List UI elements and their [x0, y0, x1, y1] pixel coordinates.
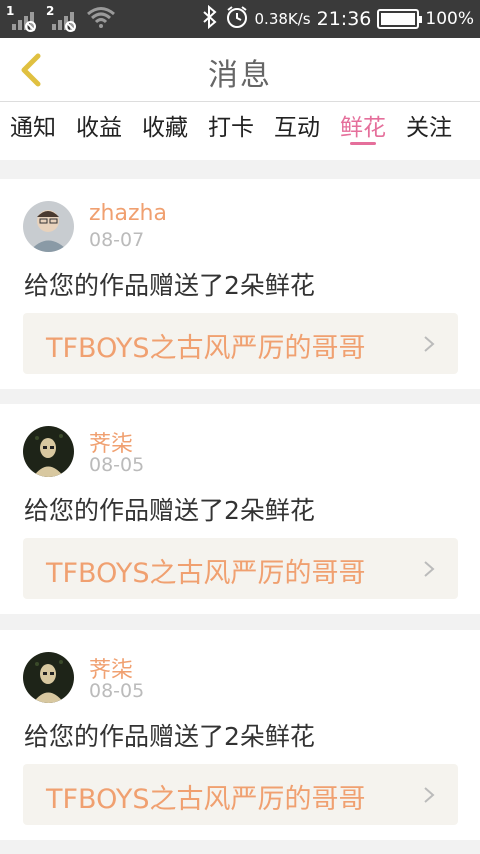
- message-text: 给您的作品赠送了2朵鲜花: [24, 496, 315, 525]
- status-right: 0.38K/s 21:36 100%: [201, 4, 474, 34]
- message-date: 08-07: [89, 229, 145, 251]
- work-link[interactable]: TFBOYS之古风严厉的哥哥: [23, 764, 458, 825]
- message-card: zhazha 08-07 给您的作品赠送了2朵鲜花 TFBOYS之古风严厉的哥哥: [0, 179, 480, 389]
- tab-follow[interactable]: 关注: [396, 102, 462, 160]
- signal-sim2-icon: 2: [46, 4, 76, 32]
- message-card: 荠柒 08-05 给您的作品赠送了2朵鲜花 TFBOYS之古风严厉的哥哥: [0, 630, 480, 840]
- tab-checkin[interactable]: 打卡: [198, 102, 264, 160]
- bluetooth-icon: [201, 4, 219, 34]
- message-card: 荠柒 08-05 给您的作品赠送了2朵鲜花 TFBOYS之古风严厉的哥哥: [0, 404, 480, 614]
- work-title: TFBOYS之古风严厉的哥哥: [46, 784, 366, 815]
- work-link[interactable]: TFBOYS之古风严厉的哥哥: [23, 538, 458, 599]
- tab-interaction[interactable]: 互动: [264, 102, 330, 160]
- clock: 21:36: [316, 8, 372, 30]
- work-link[interactable]: TFBOYS之古风严厉的哥哥: [23, 313, 458, 374]
- tab-flowers[interactable]: 鲜花: [330, 102, 396, 160]
- net-speed: 0.38K/s: [254, 10, 311, 28]
- page-title: 消息: [208, 58, 272, 93]
- message-text: 给您的作品赠送了2朵鲜花: [24, 271, 315, 300]
- status-left: 1 2: [6, 4, 116, 34]
- work-title: TFBOYS之古风严厉的哥哥: [46, 558, 366, 589]
- username[interactable]: zhazha: [89, 201, 167, 226]
- status-bar: 1 2 0.38K/s 21:36 100%: [0, 0, 480, 38]
- chevron-right-icon: [424, 336, 435, 352]
- signal-sim1-icon: 1: [6, 4, 36, 32]
- chevron-right-icon: [424, 787, 435, 803]
- battery-percent: 100%: [425, 9, 474, 29]
- battery-icon: [377, 9, 423, 29]
- alarm-icon: [225, 5, 249, 34]
- tab-earnings[interactable]: 收益: [66, 102, 132, 160]
- tab-favorites[interactable]: 收藏: [132, 102, 198, 160]
- tab-notice[interactable]: 通知: [0, 102, 66, 160]
- work-title: TFBOYS之古风严厉的哥哥: [46, 333, 366, 364]
- message-text: 给您的作品赠送了2朵鲜花: [24, 722, 315, 751]
- app-header: 消息: [0, 38, 480, 102]
- avatar[interactable]: [23, 652, 74, 703]
- message-date: 08-05: [89, 454, 145, 476]
- chevron-right-icon: [424, 561, 435, 577]
- wifi-icon: [86, 5, 116, 34]
- avatar[interactable]: [23, 426, 74, 477]
- tab-bar: 通知 收益 收藏 打卡 互动 鲜花 关注: [0, 102, 480, 160]
- message-date: 08-05: [89, 680, 145, 702]
- avatar[interactable]: [23, 201, 74, 252]
